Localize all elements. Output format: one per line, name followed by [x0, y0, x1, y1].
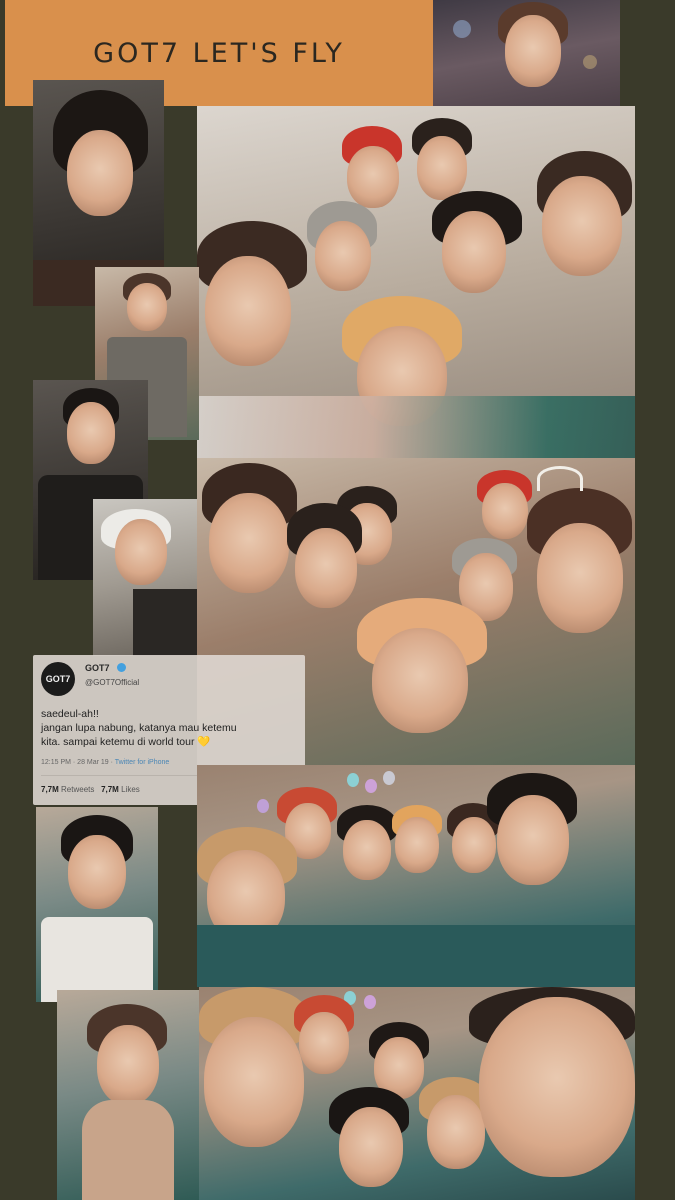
portrait-scarf: [57, 990, 199, 1200]
tweet-timestamp: 12:15 PM · 28 Mar 19 ·: [41, 759, 115, 766]
tweet-meta: 12:15 PM · 28 Mar 19 · Twitter for iPhon…: [41, 759, 169, 766]
likes-count: 7,7M: [101, 785, 119, 794]
tweet-line-2: jangan lupa nabung, katanya mau ketemu: [41, 722, 237, 734]
group-party-teal-shirts: [197, 765, 635, 987]
tweet-avatar-label: GOT7: [45, 674, 71, 684]
tweet-stats: 7,7M Retweets 7,7M Likes: [41, 785, 140, 794]
tweet-line-3: kita. sampai ketemu di world tour 💛: [41, 735, 303, 749]
likes-label: Likes: [121, 785, 140, 794]
portrait-white-hair: [93, 499, 202, 656]
yellow-heart-icon: 💛: [197, 736, 211, 748]
tweet-body: saedeul-ah!! jangan lupa nabung, katanya…: [41, 707, 303, 749]
tweet-account-name: GOT7: [85, 663, 110, 673]
tweet-line-1: saedeul-ah!!: [41, 708, 99, 720]
retweets-count: 7,7M: [41, 785, 59, 794]
retweets-label: Retweets: [61, 785, 95, 794]
title-text: GOT7 LET'S FLY: [93, 37, 345, 69]
verified-badge-icon: [117, 663, 126, 672]
portrait-teal-blackhair: [36, 807, 158, 1002]
tweet-source: Twitter for iPhone: [114, 759, 170, 766]
tweet-avatar: GOT7: [41, 662, 75, 696]
portrait-top-right-stage: [433, 0, 620, 108]
tweet-line-3-text: kita. sampai ketemu di world tour: [41, 736, 195, 748]
tweet-handle: @GOT7Official: [85, 678, 140, 687]
group-selfie-closeup: [199, 987, 635, 1200]
group-selfie-1: [197, 106, 635, 458]
